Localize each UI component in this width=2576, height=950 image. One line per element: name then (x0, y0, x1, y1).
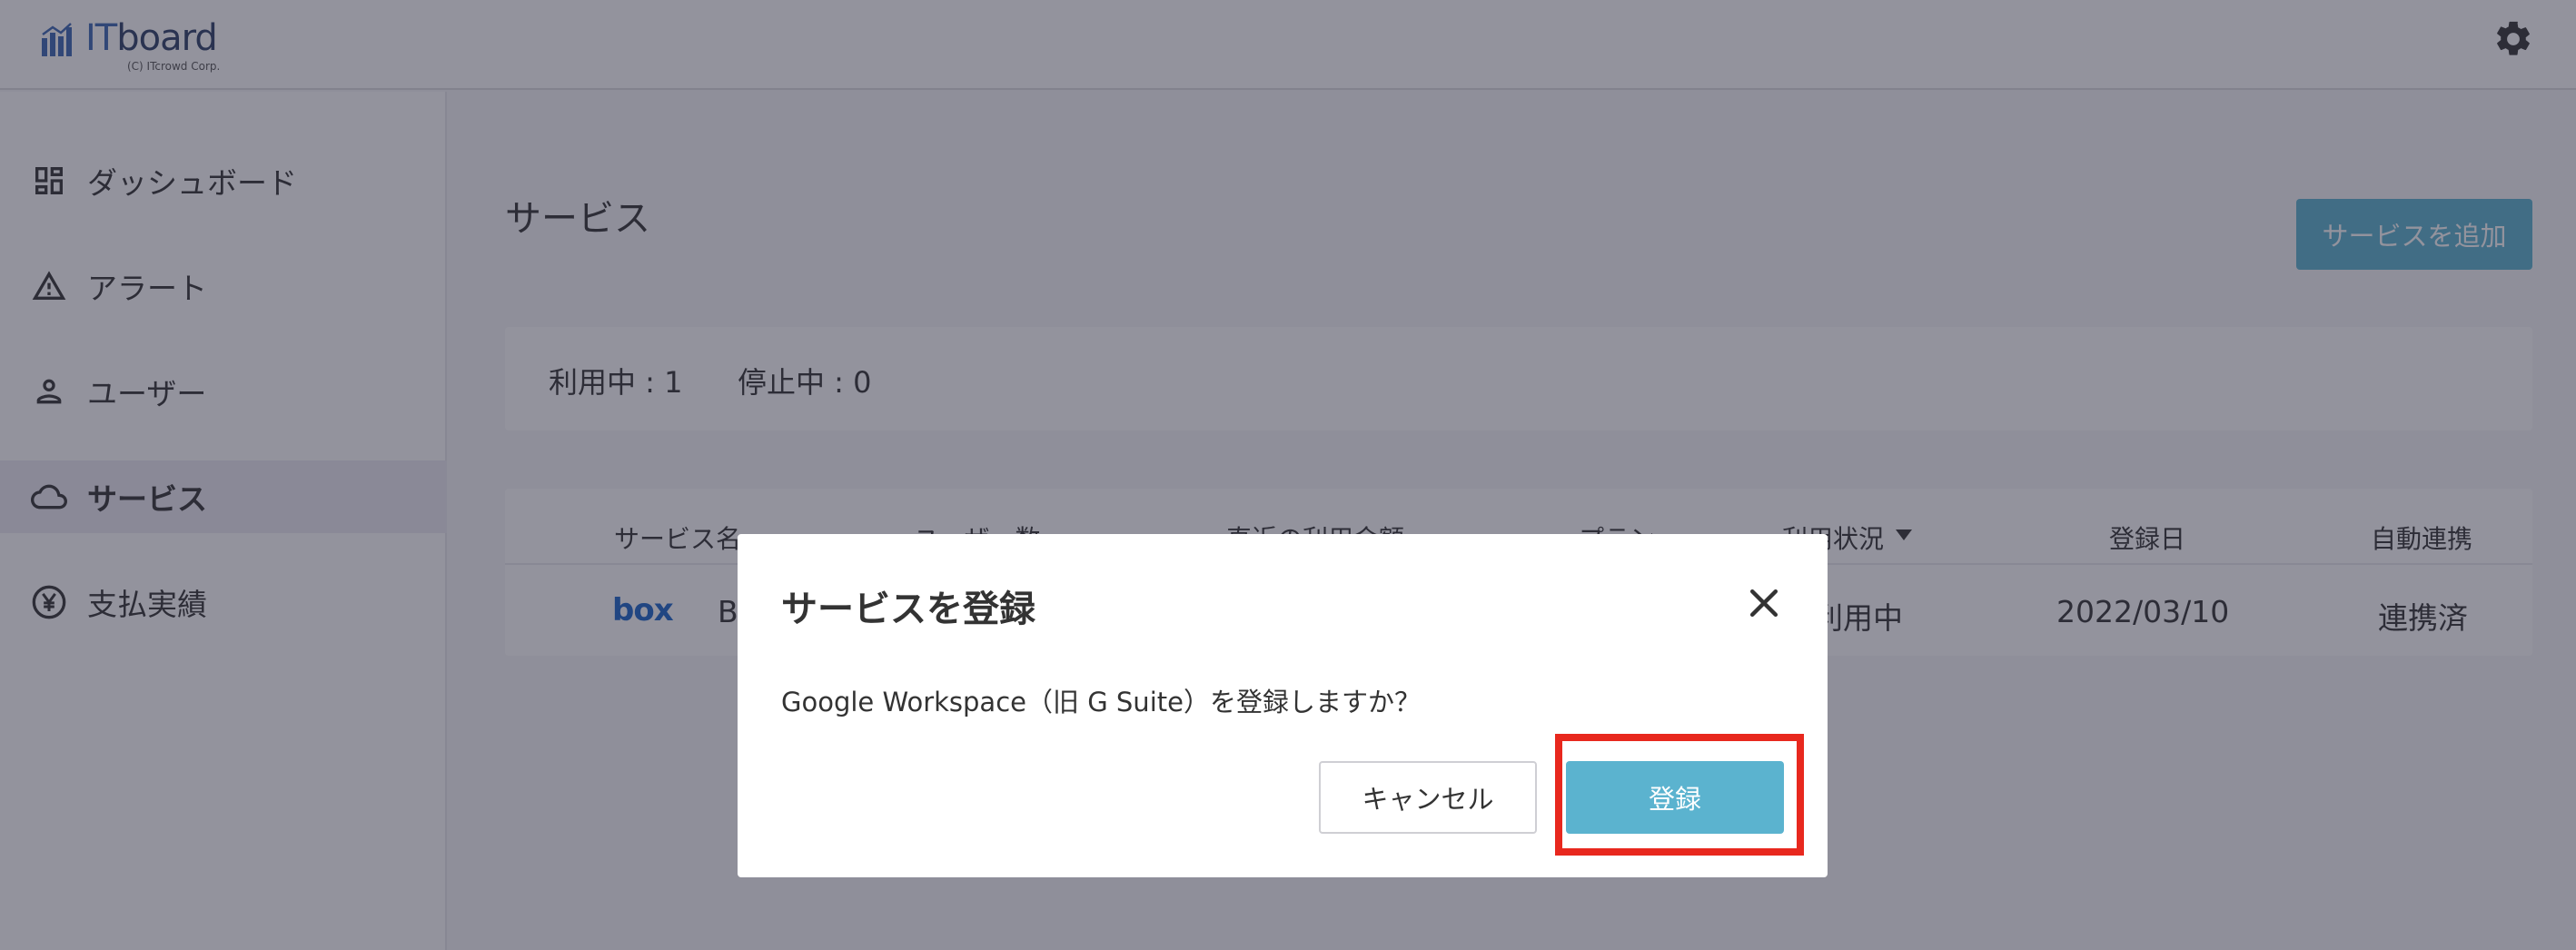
close-icon[interactable] (1744, 583, 1784, 623)
dialog-message: Google Workspace（旧 G Suite）を登録しますか？ (781, 687, 1421, 717)
dialog-title: サービスを登録 (781, 589, 1035, 630)
cancel-button[interactable]: キャンセル (1319, 761, 1537, 834)
highlight-box (1555, 734, 1804, 856)
